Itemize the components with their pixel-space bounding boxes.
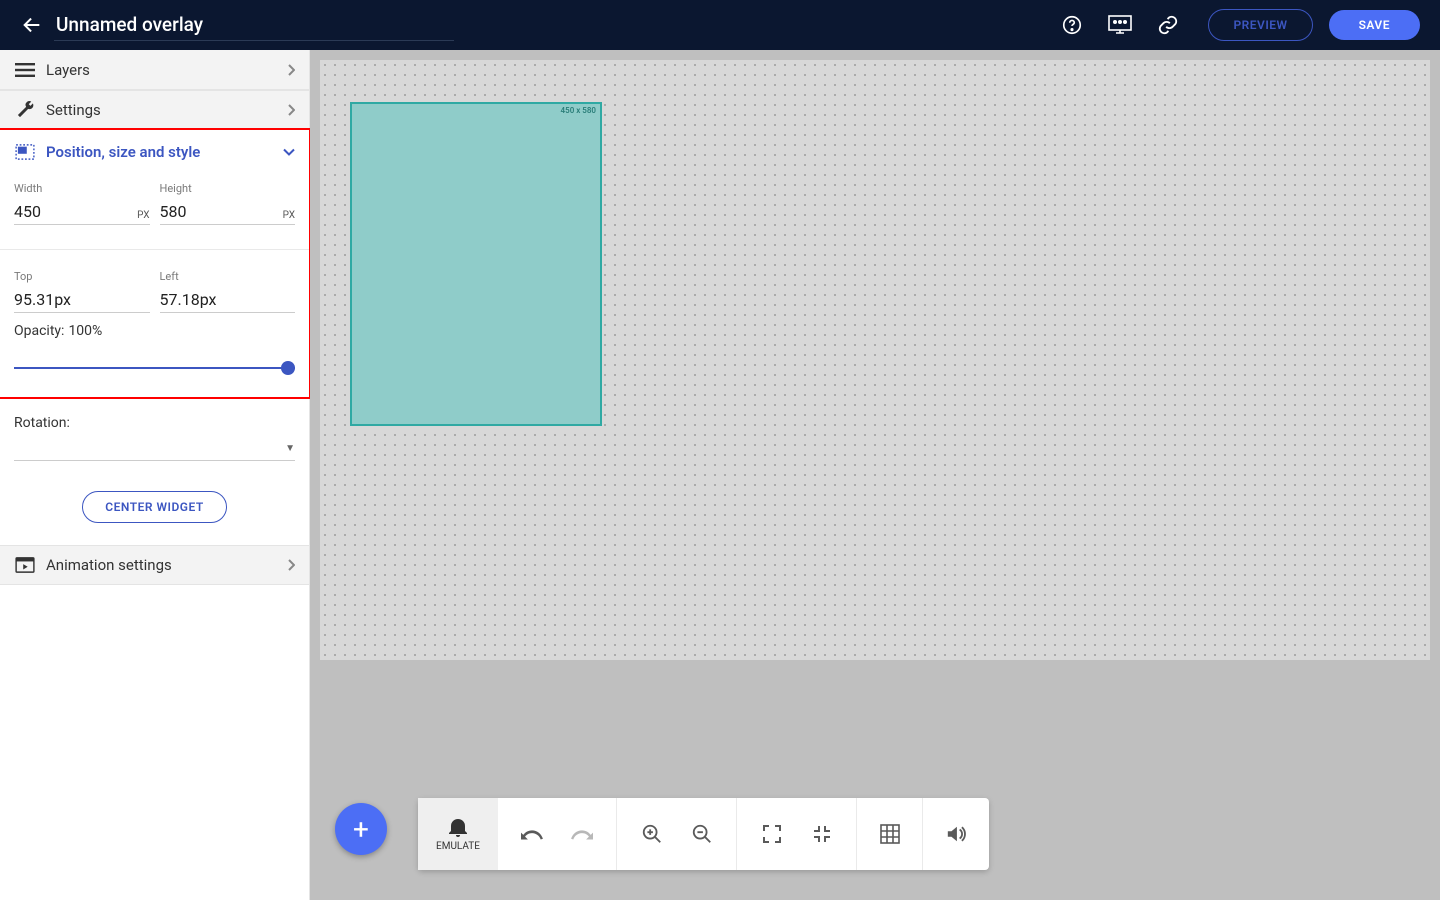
sidebar-item-settings[interactable]: Settings — [0, 90, 309, 130]
exit-fullscreen-icon[interactable] — [811, 823, 833, 845]
monitor-icon[interactable] — [1106, 11, 1134, 39]
dropdown-triangle-icon: ▼ — [285, 443, 295, 454]
width-input[interactable] — [14, 199, 137, 224]
sidebar-item-layers[interactable]: Layers — [0, 50, 309, 90]
position-panel-body: Width PX Height PX — [0, 174, 309, 397]
undo-icon[interactable] — [521, 823, 543, 845]
unit-px: PX — [137, 210, 149, 224]
rotation-label: Rotation: — [14, 415, 295, 431]
zoom-group — [617, 798, 737, 870]
emulate-button[interactable]: EMULATE — [418, 798, 498, 870]
redo-icon[interactable] — [571, 823, 593, 845]
help-icon[interactable] — [1058, 11, 1086, 39]
top-label: Top — [14, 270, 150, 283]
position-panel-highlight: Position, size and style Width PX H — [0, 128, 311, 399]
width-label: Width — [14, 182, 150, 195]
back-arrow-icon[interactable] — [20, 13, 44, 37]
opacity-slider[interactable] — [14, 361, 295, 375]
workspace: Layers Settings Position, size and style — [0, 50, 1440, 900]
sidebar-item-label: Position, size and style — [46, 143, 200, 161]
sidebar-item-label: Settings — [46, 101, 101, 119]
link-icon[interactable] — [1154, 11, 1182, 39]
preview-button[interactable]: PREVIEW — [1208, 9, 1312, 41]
zoom-in-icon[interactable] — [641, 823, 663, 845]
layers-icon — [14, 59, 36, 81]
sound-cell — [923, 798, 989, 870]
opacity-value: 100% — [68, 323, 102, 339]
canvas-area[interactable]: 450 x 580 — [310, 50, 1440, 900]
left-label: Left — [160, 270, 296, 283]
wrench-icon — [14, 99, 36, 121]
add-fab-button[interactable]: + — [335, 803, 387, 855]
slider-thumb[interactable] — [281, 361, 295, 375]
chevron-right-icon — [287, 64, 295, 76]
sidebar-item-label: Animation settings — [46, 556, 172, 574]
sidebar: Layers Settings Position, size and style — [0, 50, 310, 900]
opacity-label: Opacity: — [14, 323, 64, 339]
selected-widget[interactable]: 450 x 580 — [350, 102, 602, 426]
grid-icon[interactable] — [879, 823, 901, 845]
top-input[interactable] — [14, 287, 150, 312]
bell-icon — [449, 817, 467, 837]
widget-size-tag: 450 x 580 — [561, 106, 596, 115]
plus-icon: + — [353, 813, 369, 846]
selection-box-icon — [14, 141, 36, 163]
top-bar: PREVIEW SAVE — [0, 0, 1440, 50]
grid-cell — [857, 798, 923, 870]
width-field: Width PX — [14, 182, 150, 225]
animation-icon — [14, 554, 36, 576]
sound-icon[interactable] — [945, 823, 967, 845]
height-label: Height — [160, 182, 296, 195]
overlay-title-input[interactable] — [54, 9, 454, 41]
chevron-right-icon — [287, 559, 295, 571]
opacity-block: Opacity: 100% — [14, 323, 295, 375]
center-widget-button[interactable]: CENTER WIDGET — [82, 491, 226, 523]
sidebar-item-animation[interactable]: Animation settings — [0, 545, 309, 585]
enter-fullscreen-icon[interactable] — [761, 823, 783, 845]
left-input[interactable] — [160, 287, 296, 312]
height-input[interactable] — [160, 199, 283, 224]
rotation-select[interactable]: ▼ — [14, 437, 295, 461]
bottom-toolbar: EMULATE — [418, 798, 989, 870]
rotation-block: Rotation: ▼ — [0, 405, 309, 461]
top-field: Top — [14, 270, 150, 313]
zoom-out-icon[interactable] — [691, 823, 713, 845]
history-group — [497, 798, 617, 870]
unit-px: PX — [283, 210, 295, 224]
emulate-label: EMULATE — [436, 841, 480, 852]
chevron-down-icon — [283, 148, 295, 156]
save-button[interactable]: SAVE — [1329, 10, 1420, 40]
fullscreen-group — [737, 798, 857, 870]
sidebar-item-label: Layers — [46, 61, 90, 79]
sidebar-item-position[interactable]: Position, size and style — [0, 130, 309, 174]
artboard[interactable]: 450 x 580 — [320, 60, 1430, 660]
height-field: Height PX — [160, 182, 296, 225]
chevron-right-icon — [287, 104, 295, 116]
left-field: Left — [160, 270, 296, 313]
